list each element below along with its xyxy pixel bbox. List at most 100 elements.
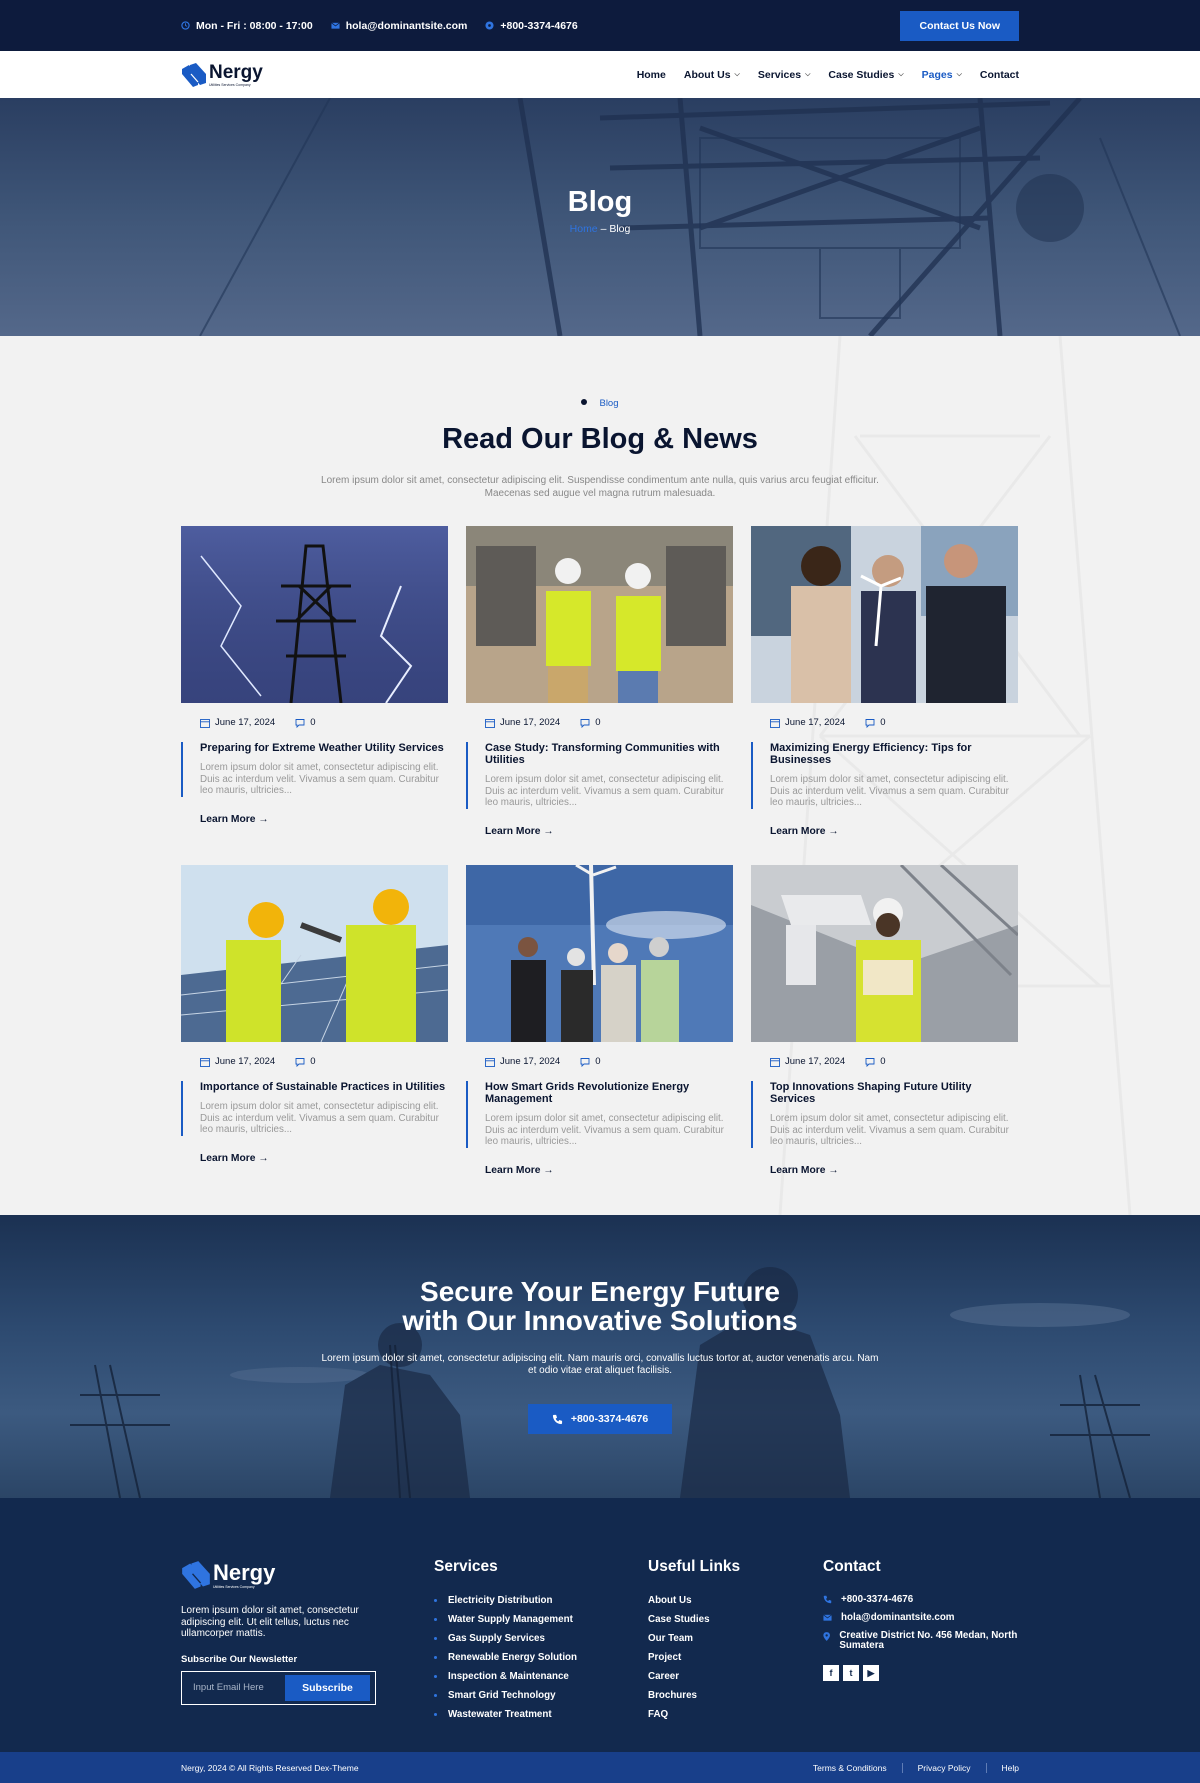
comment-icon: [295, 718, 305, 728]
post-title[interactable]: Preparing for Extreme Weather Utility Se…: [200, 742, 448, 754]
footer-service-gas-supply-services[interactable]: Gas Supply Services: [434, 1629, 577, 1648]
twitter-icon[interactable]: t: [843, 1665, 859, 1681]
phone-text[interactable]: +800-3374-4676: [500, 20, 577, 32]
post-title[interactable]: Case Study: Transforming Communities wit…: [485, 742, 733, 766]
footer-service-smart-grid-technology[interactable]: Smart Grid Technology: [434, 1686, 577, 1705]
blog-card-image[interactable]: [181, 526, 448, 703]
nav-item-case-studies[interactable]: Case Studies ⌵: [828, 69, 903, 81]
footer-email[interactable]: hola@dominantsite.com: [823, 1613, 1023, 1623]
learn-more-link[interactable]: Learn More →: [200, 1153, 448, 1164]
post-date-text: June 17, 2024: [215, 1056, 276, 1067]
newsletter-email-input[interactable]: [185, 1674, 285, 1701]
nav-item-services[interactable]: Services ⌵: [758, 69, 811, 81]
learn-more-link[interactable]: Learn More →: [770, 826, 1018, 837]
post-comments-count: 0: [310, 1056, 316, 1067]
blog-card: June 17, 2024 0 How Smart Grids Revoluti…: [466, 865, 733, 1176]
phone-info[interactable]: +800-3374-4676: [485, 20, 578, 32]
chevron-down-icon: ⌵: [898, 70, 904, 78]
facebook-icon[interactable]: f: [823, 1665, 839, 1681]
footer-address: Creative District No. 456 Medan, North S…: [823, 1631, 1023, 1651]
section-eyebrow: Blog: [0, 398, 1200, 409]
cta-phone-button[interactable]: +800-3374-4676: [528, 1404, 672, 1434]
footer-contact: Contact +800-3374-4676 hola@dominantsite…: [823, 1558, 1023, 1681]
nav-item-contact[interactable]: Contact: [980, 69, 1019, 81]
learn-more-link[interactable]: Learn More →: [200, 814, 448, 825]
arrow-right-icon: →: [828, 825, 839, 837]
calendar-icon: [200, 1057, 210, 1067]
learn-more-link[interactable]: Learn More →: [770, 1165, 1018, 1176]
learn-more-label: Learn More: [200, 1152, 256, 1164]
post-comments[interactable]: 0: [580, 717, 601, 728]
blog-section: Blog Read Our Blog & News Lorem ipsum do…: [0, 336, 1200, 1215]
calendar-icon: [200, 718, 210, 728]
footer-link-career[interactable]: Career: [648, 1667, 740, 1686]
post-title[interactable]: How Smart Grids Revolutionize Energy Man…: [485, 1081, 733, 1105]
learn-more-link[interactable]: Learn More →: [485, 826, 733, 837]
breadcrumb-home[interactable]: Home: [570, 223, 598, 235]
nav-item-about-us[interactable]: About Us ⌵: [684, 69, 740, 81]
blog-card-image[interactable]: [181, 865, 448, 1042]
post-comments[interactable]: 0: [580, 1056, 601, 1067]
mail-icon: [330, 22, 340, 29]
nav-item-home[interactable]: Home: [637, 69, 666, 81]
brand-logo[interactable]: Nergy Utilities Services Company: [181, 62, 263, 88]
cta-title-line-1: Secure Your Energy Future: [420, 1276, 780, 1307]
youtube-icon[interactable]: ▶: [863, 1665, 879, 1681]
footer-services-title: Services: [434, 1558, 498, 1575]
footer-link-brochures[interactable]: Brochures: [648, 1686, 740, 1705]
footer-links-title: Useful Links: [648, 1558, 741, 1575]
footer-service-inspection-and-maintenance[interactable]: Inspection & Maintenance: [434, 1667, 577, 1686]
section-description: Lorem ipsum dolor sit amet, consectetur …: [321, 475, 879, 499]
footer-service-water-supply-management[interactable]: Water Supply Management: [434, 1610, 577, 1629]
cta-title: Secure Your Energy Future with Our Innov…: [0, 1277, 1200, 1335]
footer-logo[interactable]: Nergy Utilities Services Company: [181, 1560, 381, 1590]
post-title[interactable]: Maximizing Energy Efficiency: Tips for B…: [770, 742, 1018, 766]
breadcrumb: Home – Blog: [0, 223, 1200, 235]
post-comments[interactable]: 0: [295, 717, 316, 728]
bottom-bar: Nergy, 2024 © All Rights Reserved Dex-Th…: [0, 1752, 1200, 1783]
learn-more-link[interactable]: Learn More →: [485, 1165, 733, 1176]
post-date: June 17, 2024: [770, 1056, 845, 1067]
post-comments[interactable]: 0: [295, 1056, 316, 1067]
footer-services-list: Electricity Distribution Water Supply Man…: [434, 1591, 577, 1724]
post-excerpt: Lorem ipsum dolor sit amet, consectetur …: [485, 1113, 724, 1147]
subscribe-button[interactable]: Subscribe: [285, 1674, 370, 1701]
footer-link-faq[interactable]: FAQ: [648, 1705, 740, 1724]
cta-banner: Secure Your Energy Future with Our Innov…: [0, 1215, 1200, 1498]
footer-service-electricity-distribution[interactable]: Electricity Distribution: [434, 1591, 577, 1610]
blog-card-image[interactable]: [466, 865, 733, 1042]
blog-card-image[interactable]: [751, 526, 1018, 703]
nav-item-label: Case Studies: [828, 68, 895, 81]
contact-us-now-button[interactable]: Contact Us Now: [900, 10, 1019, 41]
footer-link-about-us[interactable]: About Us: [648, 1591, 740, 1610]
post-comments[interactable]: 0: [865, 1056, 886, 1067]
phone-circle-icon: [485, 21, 494, 30]
bottom-link-privacy-policy[interactable]: Privacy Policy: [901, 1762, 986, 1773]
email-text[interactable]: hola@dominantsite.com: [346, 20, 468, 32]
blog-card-image[interactable]: [751, 865, 1018, 1042]
blog-card-image[interactable]: [466, 526, 733, 703]
footer-service-renewable-energy-solution[interactable]: Renewable Energy Solution: [434, 1648, 577, 1667]
footer-link-our-team[interactable]: Our Team: [648, 1629, 740, 1648]
footer-link-case-studies[interactable]: Case Studies: [648, 1610, 740, 1629]
bottom-link-help[interactable]: Help: [985, 1762, 1019, 1773]
nav-item-pages[interactable]: Pages ⌵: [922, 69, 962, 81]
post-comments[interactable]: 0: [865, 717, 886, 728]
phone-icon: [552, 1414, 562, 1424]
email-info[interactable]: hola@dominantsite.com: [330, 20, 468, 32]
post-title[interactable]: Importance of Sustainable Practices in U…: [200, 1081, 448, 1093]
breadcrumb-separator: –: [600, 223, 607, 235]
post-date-text: June 17, 2024: [785, 717, 846, 728]
footer-service-wastewater-treatment[interactable]: Wastewater Treatment: [434, 1705, 577, 1724]
arrow-right-icon: →: [543, 1164, 554, 1176]
section-title: Read Our Blog & News: [442, 423, 758, 455]
nav-menu: Home About Us ⌵ Services ⌵ Case Studies ⌵ Pages…: [637, 69, 1019, 81]
bottom-link-terms-and-conditions[interactable]: Terms & Conditions: [798, 1763, 902, 1773]
footer-phone[interactable]: +800-3374-4676: [823, 1595, 1023, 1605]
footer-link-project[interactable]: Project: [648, 1648, 740, 1667]
chevron-down-icon: ⌵: [956, 70, 962, 78]
post-date: June 17, 2024: [200, 717, 275, 728]
newsletter-form: Subscribe: [181, 1670, 376, 1705]
comment-icon: [580, 718, 590, 728]
post-title[interactable]: Top Innovations Shaping Future Utility S…: [770, 1081, 1018, 1105]
